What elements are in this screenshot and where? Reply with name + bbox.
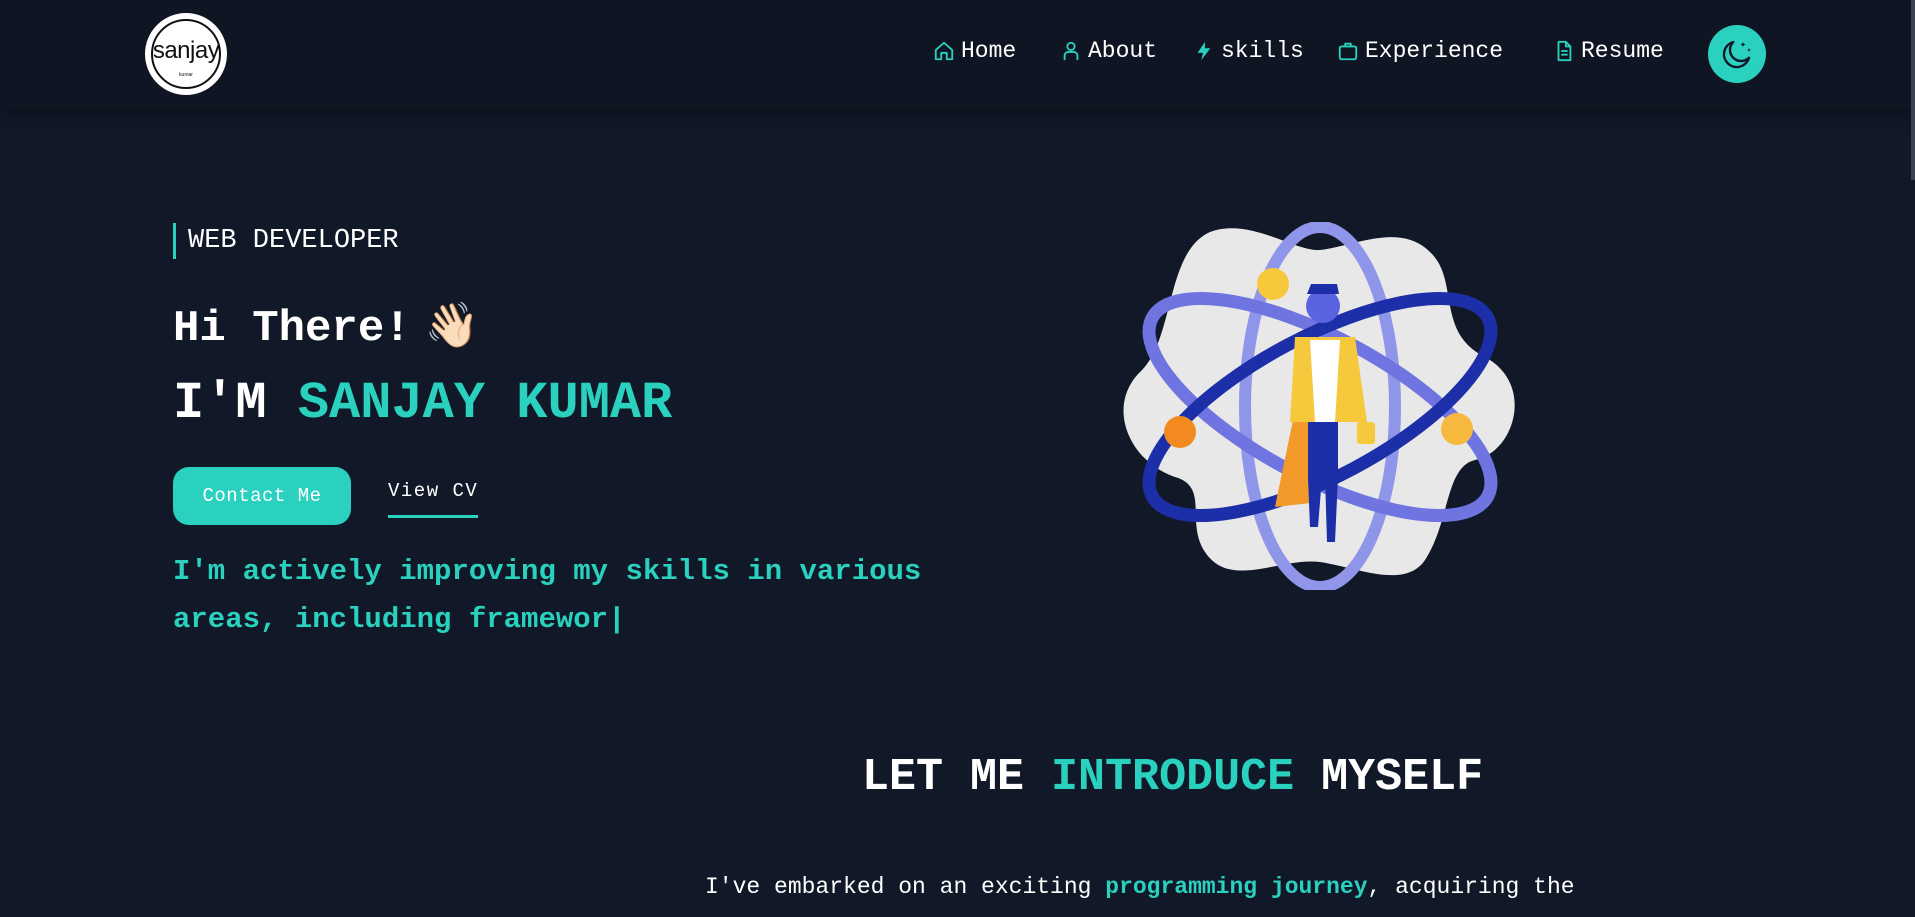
wave-icon: 👋🏻 [424,300,480,351]
hero-name: I'M SANJAY KUMAR [173,372,672,436]
name-highlight: SANJAY KUMAR [297,374,673,433]
hero-role: WEB DEVELOPER [173,223,399,259]
hero-illustration [1123,222,1515,590]
navbar: sanjay kumar Home About skills Experienc… [0,0,1915,108]
intro-heading-part2: MYSELF [1321,752,1484,803]
nav-label-about: About [1088,38,1158,64]
home-icon [934,41,954,61]
nav-label-skills: skills [1221,38,1304,64]
hero-greeting: Hi There! 👋🏻 [173,296,479,359]
nav-label-experience: Experience [1365,38,1504,64]
intro-text-accent: programming journey [1105,874,1368,900]
theme-toggle-button[interactable] [1708,25,1766,83]
intro-text: I've embarked on an exciting programming… [705,870,1625,904]
nav-item-about[interactable]: About [1060,36,1157,66]
contact-me-button[interactable]: Contact Me [173,467,351,525]
intro-text-part1: I've embarked on an exciting [705,874,1106,900]
briefcase-icon [1338,42,1358,61]
logo-text: sanjay [152,37,220,64]
lightning-icon [1197,41,1211,61]
intro-text-part2: , acquiring the [1367,874,1575,900]
intro-heading: LET ME INTRODUCE MYSELF [862,748,1483,808]
document-icon [1557,40,1572,62]
nav-item-experience[interactable]: Experience [1337,36,1503,66]
intro-heading-accent: INTRODUCE [1051,752,1295,803]
intro-heading-part1: LET ME [862,752,1025,803]
nav-item-resume[interactable]: Resume [1553,36,1664,66]
typing-text: I'm actively improving my skills in vari… [173,555,922,636]
logo[interactable]: sanjay kumar [145,13,227,95]
greeting-text: Hi There! [173,304,411,354]
logo-subtext: kumar [179,72,193,78]
nav-item-home[interactable]: Home [933,36,1016,66]
nav-label-home: Home [961,38,1017,64]
nav-label-resume: Resume [1581,38,1664,64]
name-prefix: I'M [173,374,267,433]
user-icon [1063,41,1079,61]
view-cv-button[interactable]: View CV [388,480,479,518]
moon-icon [1722,40,1751,69]
nav-item-skills[interactable]: skills [1193,36,1304,66]
scrollbar[interactable] [1911,0,1915,180]
